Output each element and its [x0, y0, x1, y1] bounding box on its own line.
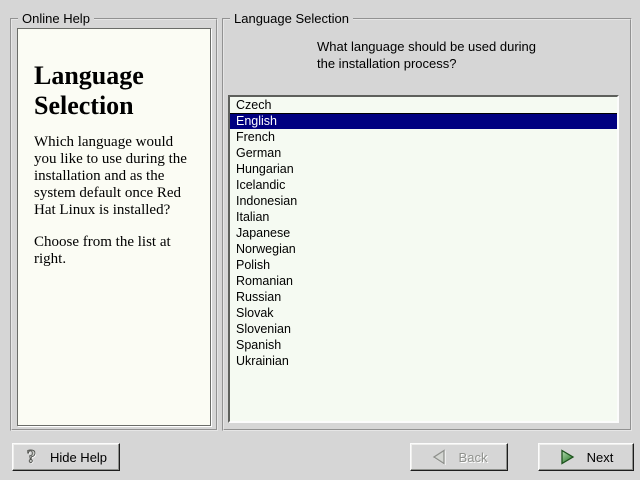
- language-option-italian[interactable]: Italian: [230, 209, 617, 225]
- language-option-japanese[interactable]: Japanese: [230, 225, 617, 241]
- svg-text:?: ?: [27, 447, 36, 467]
- language-selection-frame-label: Language Selection: [230, 11, 353, 26]
- left-arrow-icon: [431, 449, 448, 465]
- help-paragraph-2: Choose from the list at right.: [34, 234, 196, 268]
- language-option-icelandic[interactable]: Icelandic: [230, 177, 617, 193]
- online-help-panel: Online Help Language Selection Which lan…: [10, 18, 218, 431]
- help-content: Language Selection Which language would …: [17, 28, 211, 426]
- language-option-russian[interactable]: Russian: [230, 289, 617, 305]
- language-option-polish[interactable]: Polish: [230, 257, 617, 273]
- help-title: Language Selection: [34, 61, 196, 121]
- language-option-norwegian[interactable]: Norwegian: [230, 241, 617, 257]
- right-arrow-icon: [559, 449, 576, 465]
- language-option-spanish[interactable]: Spanish: [230, 337, 617, 353]
- back-label: Back: [459, 450, 488, 465]
- language-selection-panel: Language Selection What language should …: [222, 18, 632, 431]
- language-list[interactable]: CzechEnglishFrenchGermanHungarianIceland…: [228, 95, 619, 423]
- language-option-czech[interactable]: Czech: [230, 97, 617, 113]
- language-option-german[interactable]: German: [230, 145, 617, 161]
- back-button[interactable]: Back: [410, 443, 508, 471]
- language-option-french[interactable]: French: [230, 129, 617, 145]
- help-paragraph-1: Which language would you like to use dur…: [34, 134, 196, 219]
- hide-help-label: Hide Help: [50, 450, 107, 465]
- language-option-slovenian[interactable]: Slovenian: [230, 321, 617, 337]
- hide-help-button[interactable]: ? ? Hide Help: [12, 443, 120, 471]
- language-option-romanian[interactable]: Romanian: [230, 273, 617, 289]
- next-label: Next: [587, 450, 614, 465]
- language-option-hungarian[interactable]: Hungarian: [230, 161, 617, 177]
- language-option-english[interactable]: English: [230, 113, 617, 129]
- next-button[interactable]: Next: [538, 443, 634, 471]
- online-help-frame-label: Online Help: [18, 11, 94, 26]
- language-option-slovak[interactable]: Slovak: [230, 305, 617, 321]
- question-mark-icon: ? ?: [25, 447, 39, 467]
- question-label: What language should be used during the …: [317, 38, 622, 72]
- language-option-ukrainian[interactable]: Ukrainian: [230, 353, 617, 369]
- installer-window: Online Help Language Selection Which lan…: [0, 0, 640, 480]
- language-option-indonesian[interactable]: Indonesian: [230, 193, 617, 209]
